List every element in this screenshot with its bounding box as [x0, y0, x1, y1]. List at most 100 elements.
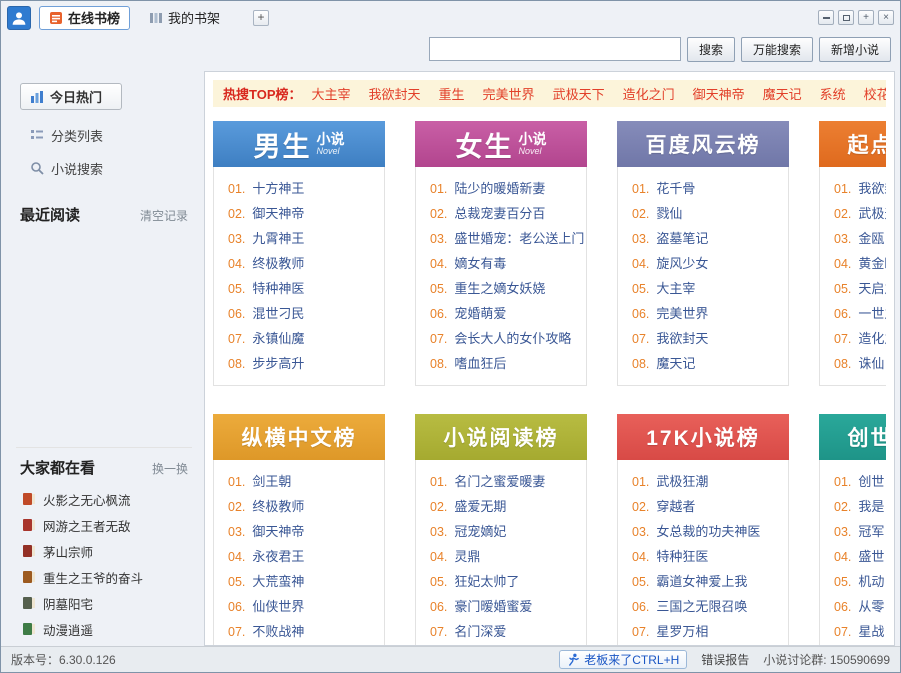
ranking-item[interactable]: 03.盗墓笔记	[618, 226, 788, 251]
ranking-item[interactable]: 01.我欲封天	[820, 176, 886, 201]
ranking-item[interactable]: 08.诛仙	[820, 351, 886, 376]
ranking-item[interactable]: 01.名门之蜜爱暖妻	[416, 469, 586, 494]
book-title-link[interactable]: 嗜血狂后	[454, 356, 506, 371]
book-title-link[interactable]: 御天神帝	[252, 206, 304, 221]
ranking-item[interactable]: 06.从零	[820, 594, 886, 619]
book-title-link[interactable]: 冠军	[858, 524, 884, 539]
recommend-book-item[interactable]: 重生之王爷的奋斗	[16, 564, 192, 590]
book-title-link[interactable]: 灵鼎	[454, 549, 480, 564]
ranking-item[interactable]: 01.十方神王	[214, 176, 384, 201]
ranking-item[interactable]: 06.混世刁民	[214, 301, 384, 326]
book-title-link[interactable]: 名门之蜜爱暖妻	[454, 474, 545, 489]
ranking-item[interactable]: 02.戮仙	[618, 201, 788, 226]
hot-search-term[interactable]: 武极天下	[553, 87, 605, 102]
book-title-link[interactable]: 从零	[858, 599, 884, 614]
ranking-item[interactable]: 05.机动	[820, 569, 886, 594]
tab-my-bookshelf[interactable]: 我的书架	[140, 6, 229, 30]
ranking-item[interactable]: 01.剑王朝	[214, 469, 384, 494]
ranking-item[interactable]: 06.一世之尊	[820, 301, 886, 326]
book-title-link[interactable]: 九霄神王	[252, 231, 304, 246]
book-title-link[interactable]: 终极教师	[252, 499, 304, 514]
book-title-link[interactable]: 大荒蛮神	[252, 574, 304, 589]
ranking-item[interactable]: 04.永夜君王	[214, 544, 384, 569]
ranking-item[interactable]: 03.九霄神王	[214, 226, 384, 251]
book-title-link[interactable]: 盛世婚宠：老公送上门	[454, 231, 584, 246]
ranking-item[interactable]: 07.星战	[820, 619, 886, 644]
search-button[interactable]: 搜索	[687, 37, 735, 62]
book-title-link[interactable]: 会长大人的女仆攻略	[454, 331, 571, 346]
ranking-item[interactable]: 05.天启之门	[820, 276, 886, 301]
hot-search-term[interactable]: 我欲封天	[369, 87, 421, 102]
ranking-item[interactable]: 01.创世	[820, 469, 886, 494]
ranking-item[interactable]: 06.仙侠世界	[214, 594, 384, 619]
sidebar-item-today-hot[interactable]: 今日热门	[20, 83, 122, 110]
boss-key-button[interactable]: 老板来了CTRL+H	[559, 650, 687, 669]
book-title-link[interactable]: 盛世	[858, 549, 884, 564]
new-tab-button[interactable]: +	[253, 10, 269, 26]
ranking-item[interactable]: 07.会长大人的女仆攻略	[416, 326, 586, 351]
book-title-link[interactable]: 御天神帝	[252, 524, 304, 539]
ranking-item[interactable]: 02.盛爱无期	[416, 494, 586, 519]
ranking-item[interactable]: 07.不败战神	[214, 619, 384, 644]
ranking-item[interactable]: 01.武极狂潮	[618, 469, 788, 494]
ranking-item[interactable]: 05.大荒蛮神	[214, 569, 384, 594]
ranking-item[interactable]: 02.穿越者	[618, 494, 788, 519]
book-title-link[interactable]: 狂妃太帅了	[454, 574, 519, 589]
book-title-link[interactable]: 星罗万相	[656, 624, 708, 639]
ranking-item[interactable]: 08.嗜血狂后	[416, 351, 586, 376]
hot-search-term[interactable]: 御天神帝	[693, 87, 745, 102]
ranking-item[interactable]: 05.特种神医	[214, 276, 384, 301]
book-title-link[interactable]: 特种神医	[252, 281, 304, 296]
book-title-link[interactable]: 武极天下	[858, 206, 886, 221]
book-title-link[interactable]: 穿越者	[656, 499, 695, 514]
ranking-item[interactable]: 03.女总裁的功夫神医	[618, 519, 788, 544]
ranking-item[interactable]: 01.花千骨	[618, 176, 788, 201]
ranking-item[interactable]: 06.完美世界	[618, 301, 788, 326]
hot-search-term[interactable]: 大主宰	[312, 87, 351, 102]
tab-online-rankings[interactable]: 在线书榜	[39, 6, 130, 30]
super-search-button[interactable]: 万能搜索	[741, 37, 813, 62]
minimize-button[interactable]	[818, 10, 834, 25]
book-title-link[interactable]: 霸道女神爱上我	[656, 574, 747, 589]
hot-search-term[interactable]: 造化之门	[623, 87, 675, 102]
error-report-link[interactable]: 错误报告	[701, 651, 749, 668]
book-title-link[interactable]: 金瓯	[858, 231, 884, 246]
book-title-link[interactable]: 完美世界	[656, 306, 708, 321]
ranking-item[interactable]: 02.御天神帝	[214, 201, 384, 226]
book-title-link[interactable]: 剑王朝	[252, 474, 291, 489]
book-title-link[interactable]: 天启之门	[858, 281, 886, 296]
hot-search-term[interactable]: 重生	[439, 87, 465, 102]
ranking-item[interactable]: 04.特种狂医	[618, 544, 788, 569]
book-title-link[interactable]: 宠婚萌爱	[454, 306, 506, 321]
ranking-item[interactable]: 06.三国之无限召唤	[618, 594, 788, 619]
book-title-link[interactable]: 创世	[858, 474, 884, 489]
book-title-link[interactable]: 名门深爱	[454, 624, 506, 639]
book-title-link[interactable]: 不败战神	[252, 624, 304, 639]
book-title-link[interactable]: 永夜君王	[252, 549, 304, 564]
book-title-link[interactable]: 仙侠世界	[252, 599, 304, 614]
book-title-link[interactable]: 总裁宠妻百分百	[454, 206, 545, 221]
close-button[interactable]: ×	[878, 10, 894, 25]
ranking-item[interactable]: 03.冠军	[820, 519, 886, 544]
sidebar-item-category-list[interactable]: 分类列表	[16, 124, 192, 146]
hot-search-term[interactable]: 完美世界	[483, 87, 535, 102]
book-title-link[interactable]: 旋风少女	[656, 256, 708, 271]
ranking-item[interactable]: 02.总裁宠妻百分百	[416, 201, 586, 226]
ranking-item[interactable]: 07.造化之门	[820, 326, 886, 351]
book-title-link[interactable]: 花千骨	[656, 181, 695, 196]
restore-button[interactable]	[838, 10, 854, 25]
ranking-item[interactable]: 05.霸道女神爱上我	[618, 569, 788, 594]
recommend-book-item[interactable]: 茅山宗师	[16, 538, 192, 564]
hot-search-term[interactable]: 魔天记	[763, 87, 802, 102]
ranking-item[interactable]: 04.灵鼎	[416, 544, 586, 569]
book-title-link[interactable]: 武极狂潮	[656, 474, 708, 489]
recommend-book-item[interactable]: 动漫逍遥	[16, 616, 192, 642]
clear-history-link[interactable]: 清空记录	[140, 207, 188, 224]
ranking-item[interactable]: 04.终极教师	[214, 251, 384, 276]
book-title-link[interactable]: 机动	[858, 574, 884, 589]
hot-search-term[interactable]: 系统	[820, 87, 846, 102]
ranking-item[interactable]: 07.我欲封天	[618, 326, 788, 351]
ranking-item[interactable]: 05.大主宰	[618, 276, 788, 301]
book-title-link[interactable]: 造化之门	[858, 331, 886, 346]
book-title-link[interactable]: 女总裁的功夫神医	[656, 524, 760, 539]
